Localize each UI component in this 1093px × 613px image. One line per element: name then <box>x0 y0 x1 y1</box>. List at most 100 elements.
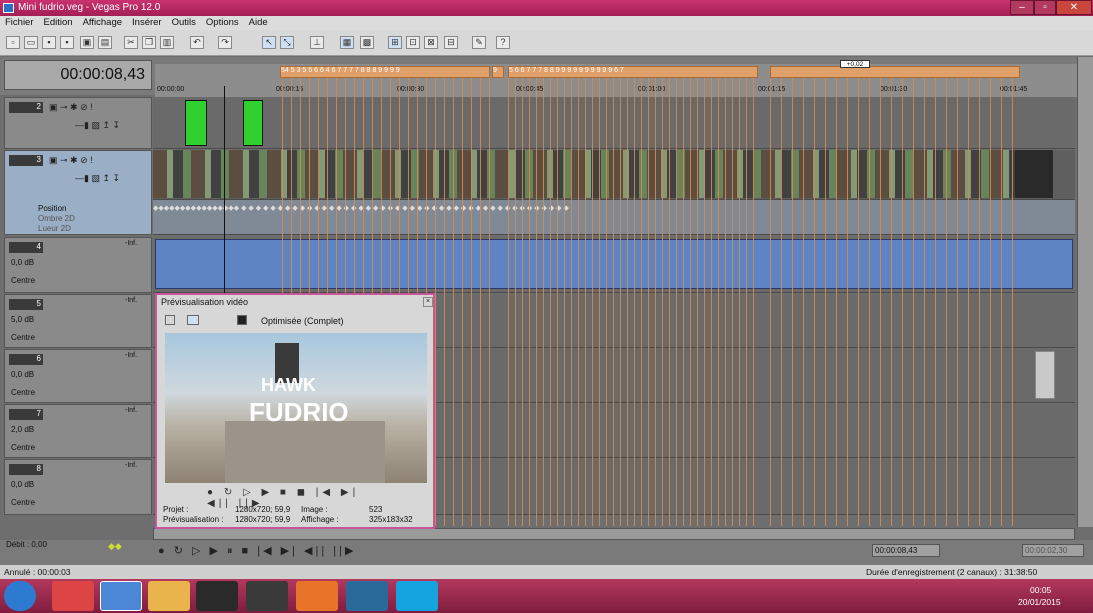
help-icon[interactable]: ? <box>496 36 510 49</box>
main-transport-controls[interactable]: ● ↻ ▷ ▶ ⏸ ■ |◀ ▶| ◀|| ||▶ <box>158 544 356 558</box>
video-clip[interactable] <box>243 100 263 146</box>
ruler-tick-label: 00:01:15 <box>758 86 786 93</box>
preview-transport-controls[interactable]: ● ↻ ▷ ▶ ■ ◼ |◀ ▶| ◀|| ||▶ <box>207 487 387 509</box>
track-pan[interactable]: Centre <box>11 443 35 452</box>
preview-frame-image: HAWK FUDRIO <box>165 333 427 483</box>
preview-quality-select[interactable]: Optimisée (Complet) <box>261 316 344 326</box>
track-header-audio[interactable]: 4 0,0 dB Centre -Inf. <box>4 237 152 293</box>
save-as-icon[interactable]: ▪ <box>60 36 74 49</box>
snap-icon[interactable]: ⊥ <box>310 36 324 49</box>
track-volume[interactable]: 5,0 dB <box>11 315 34 324</box>
editor-taskbar-icon[interactable] <box>346 581 388 611</box>
crossfade-icon[interactable]: ⊞ <box>388 36 402 49</box>
maximize-button[interactable]: ▫ <box>1034 0 1056 15</box>
render-icon[interactable]: ▣ <box>80 36 94 49</box>
menu-aide[interactable]: Aide <box>244 16 273 28</box>
video-track-lane[interactable] <box>153 150 1075 200</box>
media-taskbar-icon[interactable] <box>196 581 238 611</box>
video-clip[interactable] <box>185 100 207 146</box>
menu-fichier[interactable]: Fichier <box>0 16 39 28</box>
video-track-lane[interactable] <box>153 97 1075 149</box>
track-header-video[interactable]: 2 ▣ ⊸ ✱ ⊘ ! —▮ ▧ ↥ ↧ <box>4 97 152 149</box>
overlay-icon[interactable] <box>237 315 247 325</box>
track-meter: -Inf. <box>125 462 138 469</box>
zoom-tool-icon[interactable]: ⊟ <box>444 36 458 49</box>
track-header-audio[interactable]: 5 5,0 dB Centre -Inf. <box>4 294 152 348</box>
transport-bar: Débit : 0,00 ◆◆ ● ↻ ▷ ▶ ⏸ ■ |◀ ▶| ◀|| ||… <box>0 540 1093 565</box>
properties-icon[interactable]: ▤ <box>98 36 112 49</box>
open-folder-icon[interactable]: ▭ <box>24 36 38 49</box>
track-level-slider[interactable]: —▮ ▧ ↥ ↧ <box>75 120 120 131</box>
video-clip[interactable] <box>1015 150 1053 198</box>
audio-clip[interactable] <box>155 239 1073 289</box>
menu-inserer[interactable]: Insérer <box>127 16 167 28</box>
video-preview-window[interactable]: Prévisualisation vidéo × Optimisée (Comp… <box>155 293 435 529</box>
vertical-scrollbar[interactable] <box>1077 57 1093 527</box>
auto-ripple-icon[interactable]: ▦ <box>340 36 354 49</box>
track-volume[interactable]: 0,0 dB <box>11 258 34 267</box>
monitor-icon[interactable] <box>187 315 199 325</box>
lock-envelopes-icon[interactable]: ▩ <box>360 36 374 49</box>
chrome-taskbar-icon[interactable] <box>52 581 94 611</box>
vegas-taskbar-icon[interactable] <box>100 581 142 611</box>
ruler-tick-label: 00:00:00 <box>157 86 185 93</box>
menu-outils[interactable]: Outils <box>167 16 201 28</box>
close-button[interactable]: ✕ <box>1056 0 1092 15</box>
track-pan[interactable]: Centre <box>11 333 35 342</box>
skype-taskbar-icon[interactable] <box>396 581 438 611</box>
time-display-right[interactable]: 00:00:02,30 <box>1022 544 1084 557</box>
track-volume[interactable]: 0,0 dB <box>11 370 34 379</box>
horizontal-scrollbar[interactable] <box>153 528 1075 540</box>
start-button[interactable] <box>4 581 36 611</box>
player-taskbar-icon[interactable] <box>296 581 338 611</box>
track-pan[interactable]: Centre <box>11 498 35 507</box>
track-volume[interactable]: 0,0 dB <box>11 480 34 489</box>
track-meter: -Inf. <box>125 240 138 247</box>
track-header-video-selected[interactable]: 3 ▣ ⊸ ✱ ⊘ ! —▮ ▧ ↥ ↧ Position Ombre 2D L… <box>4 150 152 235</box>
track-pan[interactable]: Centre <box>11 276 35 285</box>
copy-icon[interactable]: ❐ <box>142 36 156 49</box>
ruler-tick-label: 00:01:45 <box>1000 86 1028 93</box>
new-file-icon[interactable]: ▫ <box>6 36 20 49</box>
track-pan[interactable]: Centre <box>11 388 35 397</box>
video-clip-strip[interactable] <box>153 150 1023 198</box>
explorer-taskbar-icon[interactable] <box>148 581 190 611</box>
zoom-icon[interactable]: ⊠ <box>424 36 438 49</box>
marker-region[interactable]: 5 6 6 7 7 7 8 8 9 9 9 9 9 9 9 9 9 9 6 7 <box>508 66 758 78</box>
brush-icon[interactable]: ✎ <box>472 36 486 49</box>
track-volume[interactable]: 2,0 dB <box>11 425 34 434</box>
menu-options[interactable]: Options <box>201 16 244 28</box>
track-header-audio[interactable]: 7 2,0 dB Centre -Inf. <box>4 404 152 458</box>
track-level-slider[interactable]: —▮ ▧ ↥ ↧ <box>75 173 120 184</box>
keyframe-row[interactable]: ◆◆◆◆◆◆◆◆◆◆◆◆◆◆◆◆ ◆ ◆ ◆ ◆ ◆ ◆ ◆ ◆ ◆ ◆ ◆ ◆… <box>153 204 1075 212</box>
track-header-audio[interactable]: 6 0,0 dB Centre -Inf. <box>4 349 152 403</box>
track-controls-icons[interactable]: ▣ ⊸ ✱ ⊘ ! <box>49 102 93 113</box>
preview-value: 1280x720; 59,9 <box>235 515 291 524</box>
marker-region[interactable] <box>770 66 1020 78</box>
menu-affichage[interactable]: Affichage <box>78 16 127 28</box>
track-meter: -Inf. <box>125 407 138 414</box>
audio-track-lane[interactable] <box>153 237 1075 293</box>
redo-icon[interactable]: ↷ <box>218 36 232 49</box>
preview-properties-icon[interactable] <box>165 315 175 325</box>
cut-icon[interactable]: ✂ <box>124 36 138 49</box>
audio-clip[interactable] <box>1035 351 1055 399</box>
track-controls-icons[interactable]: ▣ ⊸ ✱ ⊘ ! <box>49 155 93 166</box>
undo-icon[interactable]: ↶ <box>190 36 204 49</box>
normal-edit-tool-icon[interactable]: ↖ <box>262 36 276 49</box>
fx-keyframe-lane[interactable]: ◆◆◆◆◆◆◆◆◆◆◆◆◆◆◆◆ ◆ ◆ ◆ ◆ ◆ ◆ ◆ ◆ ◆ ◆ ◆ ◆… <box>153 200 1075 235</box>
marker-region[interactable]: 9 <box>492 66 504 78</box>
track-header-audio[interactable]: 8 0,0 dB Centre -Inf. <box>4 459 152 515</box>
time-display[interactable]: 00:00:08,43 <box>872 544 940 557</box>
envelope-tool-icon[interactable]: ⤡ <box>280 36 294 49</box>
paste-icon[interactable]: ▥ <box>160 36 174 49</box>
selection-icon[interactable]: ⊡ <box>406 36 420 49</box>
track-meter: -Inf. <box>125 352 138 359</box>
menu-edition[interactable]: Edition <box>39 16 78 28</box>
minimize-button[interactable]: – <box>1010 0 1034 15</box>
app-taskbar-icon[interactable] <box>246 581 288 611</box>
close-icon[interactable]: × <box>423 297 433 307</box>
marker-region[interactable]: 54 5 3 5 5 6 6 4 6 7 7 7 7 8 8 8 9 9 9 9 <box>280 66 490 78</box>
save-icon[interactable]: ▪ <box>42 36 56 49</box>
rate-slider-icon[interactable]: ◆◆ <box>108 541 122 552</box>
